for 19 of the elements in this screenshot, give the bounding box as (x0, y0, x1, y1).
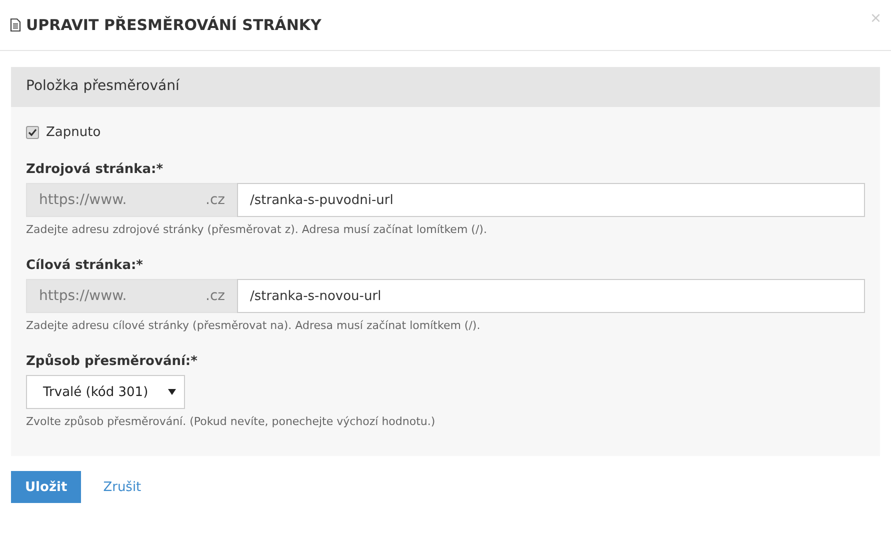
cancel-link[interactable]: Zrušit (97, 480, 148, 494)
help-text: Zvolte způsob přesměrování. (Pokud nevíte, ponechejte výchozí hodnotu.) (26, 415, 436, 428)
field-label: Zdrojová stránka:* (26, 162, 164, 177)
checkbox-label: Zapnuto (46, 125, 101, 140)
panel-heading: Položka přesměrování (11, 67, 880, 107)
checkbox[interactable] (26, 126, 39, 139)
help-text: Zadejte adresu cílové stránky (přesměrovat na). Adresa musí začínat lomítkem (/). (26, 319, 482, 332)
dialog-title: UPRAVIT PŘESMĚROVÁNÍ STRÁNKY (26, 16, 322, 34)
field-label: Cílová stránka:* (26, 258, 143, 273)
field-label: Způsob přesměrování:* (26, 354, 198, 369)
caret-icon (168, 389, 176, 395)
url-prefix-addon: https://www. .cz (26, 183, 237, 217)
url-input-field[interactable]: /stranka-s-novou-url (237, 279, 865, 313)
url-input-field[interactable]: /stranka-s-puvodni-url (237, 183, 865, 217)
url-prefix-addon: https://www. .cz (26, 279, 237, 313)
method-select[interactable]: Trvalé (kód 301) (26, 375, 185, 409)
help-text: Zadejte adresu zdrojové stránky (přesměrovat z). Adresa musí začínat lomítkem (/). (26, 223, 488, 236)
save-button[interactable]: Uložit (11, 471, 82, 503)
document-icon (10, 18, 21, 32)
